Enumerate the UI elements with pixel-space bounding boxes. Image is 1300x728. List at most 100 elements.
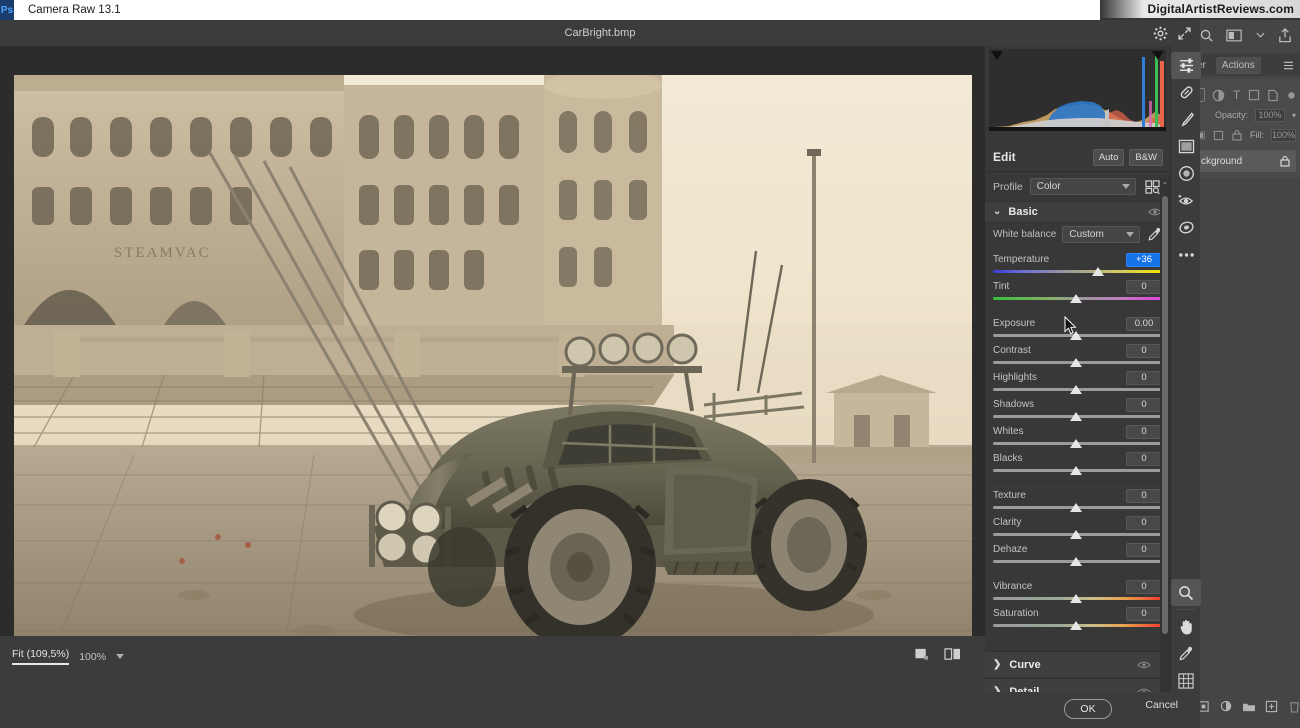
panel-menu-icon[interactable] bbox=[1283, 61, 1300, 70]
slider-whites[interactable]: Whites 0 bbox=[993, 424, 1162, 449]
slider-track[interactable] bbox=[993, 557, 1162, 567]
slider-handle[interactable] bbox=[1069, 294, 1082, 303]
single-view-icon[interactable] bbox=[911, 644, 933, 664]
lock-all-icon[interactable] bbox=[1232, 127, 1243, 143]
slider-handle[interactable] bbox=[1069, 621, 1082, 630]
ps-tab-actions[interactable]: Actions bbox=[1215, 56, 1261, 74]
white-balance-tool[interactable] bbox=[1171, 640, 1201, 667]
auto-button[interactable]: Auto bbox=[1092, 148, 1125, 166]
hand-tool[interactable] bbox=[1171, 613, 1201, 640]
slider-track[interactable] bbox=[993, 358, 1162, 368]
cancel-button[interactable]: Cancel bbox=[1145, 699, 1178, 711]
camera-raw-toolbar[interactable] bbox=[1170, 46, 1201, 728]
profile-select[interactable]: Color bbox=[1029, 178, 1136, 195]
view-mode-buttons[interactable] bbox=[911, 644, 963, 664]
slider-value-field[interactable]: 0 bbox=[1126, 488, 1162, 503]
basic-section-header[interactable]: ⌄ Basic bbox=[985, 201, 1170, 221]
slider-value-field[interactable]: 0 bbox=[1126, 279, 1162, 294]
section-curve[interactable]: ❯ Curve bbox=[985, 651, 1160, 678]
slider-track[interactable] bbox=[993, 439, 1162, 449]
photoshop-panel-tabs[interactable]: er Actions bbox=[1191, 54, 1300, 76]
slider-blacks[interactable]: Blacks 0 bbox=[993, 451, 1162, 476]
slider-handle[interactable] bbox=[1069, 439, 1082, 448]
slider-track[interactable] bbox=[993, 594, 1162, 604]
opacity-value[interactable]: 100% bbox=[1254, 108, 1285, 122]
arrange-documents-icon[interactable] bbox=[1226, 27, 1242, 43]
photoshop-dock-icons[interactable] bbox=[1191, 20, 1300, 50]
search-icon[interactable] bbox=[1199, 27, 1214, 43]
slider-tint[interactable]: Tint 0 bbox=[993, 279, 1162, 304]
slider-handle[interactable] bbox=[1069, 530, 1082, 539]
new-group-icon[interactable] bbox=[1242, 698, 1256, 714]
slider-track[interactable] bbox=[993, 466, 1162, 476]
slider-track[interactable] bbox=[993, 267, 1162, 277]
radial-filter-tool[interactable] bbox=[1171, 160, 1201, 187]
delete-layer-icon[interactable] bbox=[1288, 698, 1300, 714]
more-options-tool[interactable] bbox=[1171, 241, 1201, 268]
adjustment-brush-tool[interactable] bbox=[1171, 106, 1201, 133]
slider-track[interactable] bbox=[993, 294, 1162, 304]
healing-brush-tool[interactable] bbox=[1171, 79, 1201, 106]
lock-icon[interactable] bbox=[1280, 155, 1290, 167]
slider-handle[interactable] bbox=[1069, 466, 1082, 475]
image-preview[interactable]: STEAMVAC bbox=[14, 75, 972, 651]
slider-handle[interactable] bbox=[1069, 557, 1082, 566]
ok-button[interactable]: OK bbox=[1064, 699, 1112, 719]
text-filter-icon[interactable]: T bbox=[1232, 87, 1242, 103]
lock-image-icon[interactable] bbox=[1213, 127, 1224, 143]
slider-value-field[interactable]: 0 bbox=[1126, 343, 1162, 358]
scroll-up-icon[interactable]: ⌃ bbox=[1160, 178, 1170, 192]
bw-button[interactable]: B&W bbox=[1129, 148, 1163, 166]
before-after-icon[interactable] bbox=[941, 644, 963, 664]
slider-value-field[interactable]: 0 bbox=[1126, 606, 1162, 621]
profile-row[interactable]: Profile Color bbox=[985, 174, 1170, 201]
slider-handle[interactable] bbox=[1069, 594, 1082, 603]
eye-icon[interactable] bbox=[1137, 660, 1151, 670]
zoom-fit-label[interactable]: Fit (109,5%) bbox=[12, 648, 70, 665]
slider-value-field[interactable]: 0 bbox=[1126, 542, 1162, 557]
zoom-controls[interactable]: Fit (109,5%) 100% bbox=[12, 648, 125, 665]
slider-value-field[interactable]: 0.00 bbox=[1126, 316, 1162, 331]
fill-value[interactable]: 100% bbox=[1270, 128, 1297, 142]
ps-layer-filter-row[interactable]: T bbox=[1195, 85, 1296, 105]
slider-texture[interactable]: Texture 0 bbox=[993, 488, 1162, 513]
image-canvas[interactable]: STEAMVAC Fit (109,5%) 100% bbox=[0, 46, 985, 682]
slider-value-field[interactable]: 0 bbox=[1126, 370, 1162, 385]
white-balance-row[interactable]: White balance Custom bbox=[993, 226, 1162, 243]
slider-handle[interactable] bbox=[1069, 358, 1082, 367]
histogram[interactable] bbox=[989, 49, 1166, 131]
chevron-down-icon[interactable] bbox=[116, 654, 125, 659]
slider-handle[interactable] bbox=[1091, 267, 1104, 276]
slider-temperature[interactable]: Temperature +36 bbox=[993, 252, 1162, 277]
shape-filter-icon[interactable] bbox=[1248, 87, 1260, 103]
photoshop-layer-actions[interactable] bbox=[1191, 698, 1300, 714]
adjustment-filter-icon[interactable] bbox=[1212, 87, 1225, 103]
slider-track[interactable] bbox=[993, 530, 1162, 540]
slider-track[interactable] bbox=[993, 503, 1162, 513]
slider-vibrance[interactable]: Vibrance 0 bbox=[993, 579, 1162, 604]
filter-toggle-icon[interactable] bbox=[1286, 87, 1296, 103]
slider-track[interactable] bbox=[993, 412, 1162, 422]
slider-value-field[interactable]: 0 bbox=[1126, 579, 1162, 594]
slider-value-field[interactable]: 0 bbox=[1126, 397, 1162, 412]
edit-header-buttons[interactable]: Auto B&W bbox=[1092, 148, 1163, 166]
ps-lock-row[interactable]: ▣ Fill: 100% bbox=[1195, 125, 1297, 145]
zoom-tool[interactable] bbox=[1171, 579, 1201, 606]
ps-opacity-row[interactable]: Opacity: 100% ▾ bbox=[1195, 105, 1296, 125]
slider-value-field[interactable]: 0 bbox=[1126, 451, 1162, 466]
opacity-stepper-icon[interactable]: ▾ bbox=[1292, 111, 1296, 120]
chevron-down-icon[interactable] bbox=[1254, 27, 1266, 43]
slider-saturation[interactable]: Saturation 0 bbox=[993, 606, 1162, 631]
slider-handle[interactable] bbox=[1069, 385, 1082, 394]
new-layer-icon[interactable] bbox=[1265, 698, 1279, 714]
slider-track[interactable] bbox=[993, 331, 1162, 341]
slider-clarity[interactable]: Clarity 0 bbox=[993, 515, 1162, 540]
zoom-level-label[interactable]: 100% bbox=[79, 651, 106, 663]
header-button-group[interactable] bbox=[1150, 23, 1194, 43]
spot-removal-tool[interactable] bbox=[1171, 214, 1201, 241]
slider-track[interactable] bbox=[993, 385, 1162, 395]
slider-shadows[interactable]: Shadows 0 bbox=[993, 397, 1162, 422]
scrollbar-thumb[interactable] bbox=[1162, 196, 1168, 634]
gear-icon[interactable] bbox=[1150, 23, 1170, 43]
ps-layer-background[interactable]: ckground bbox=[1195, 150, 1296, 172]
